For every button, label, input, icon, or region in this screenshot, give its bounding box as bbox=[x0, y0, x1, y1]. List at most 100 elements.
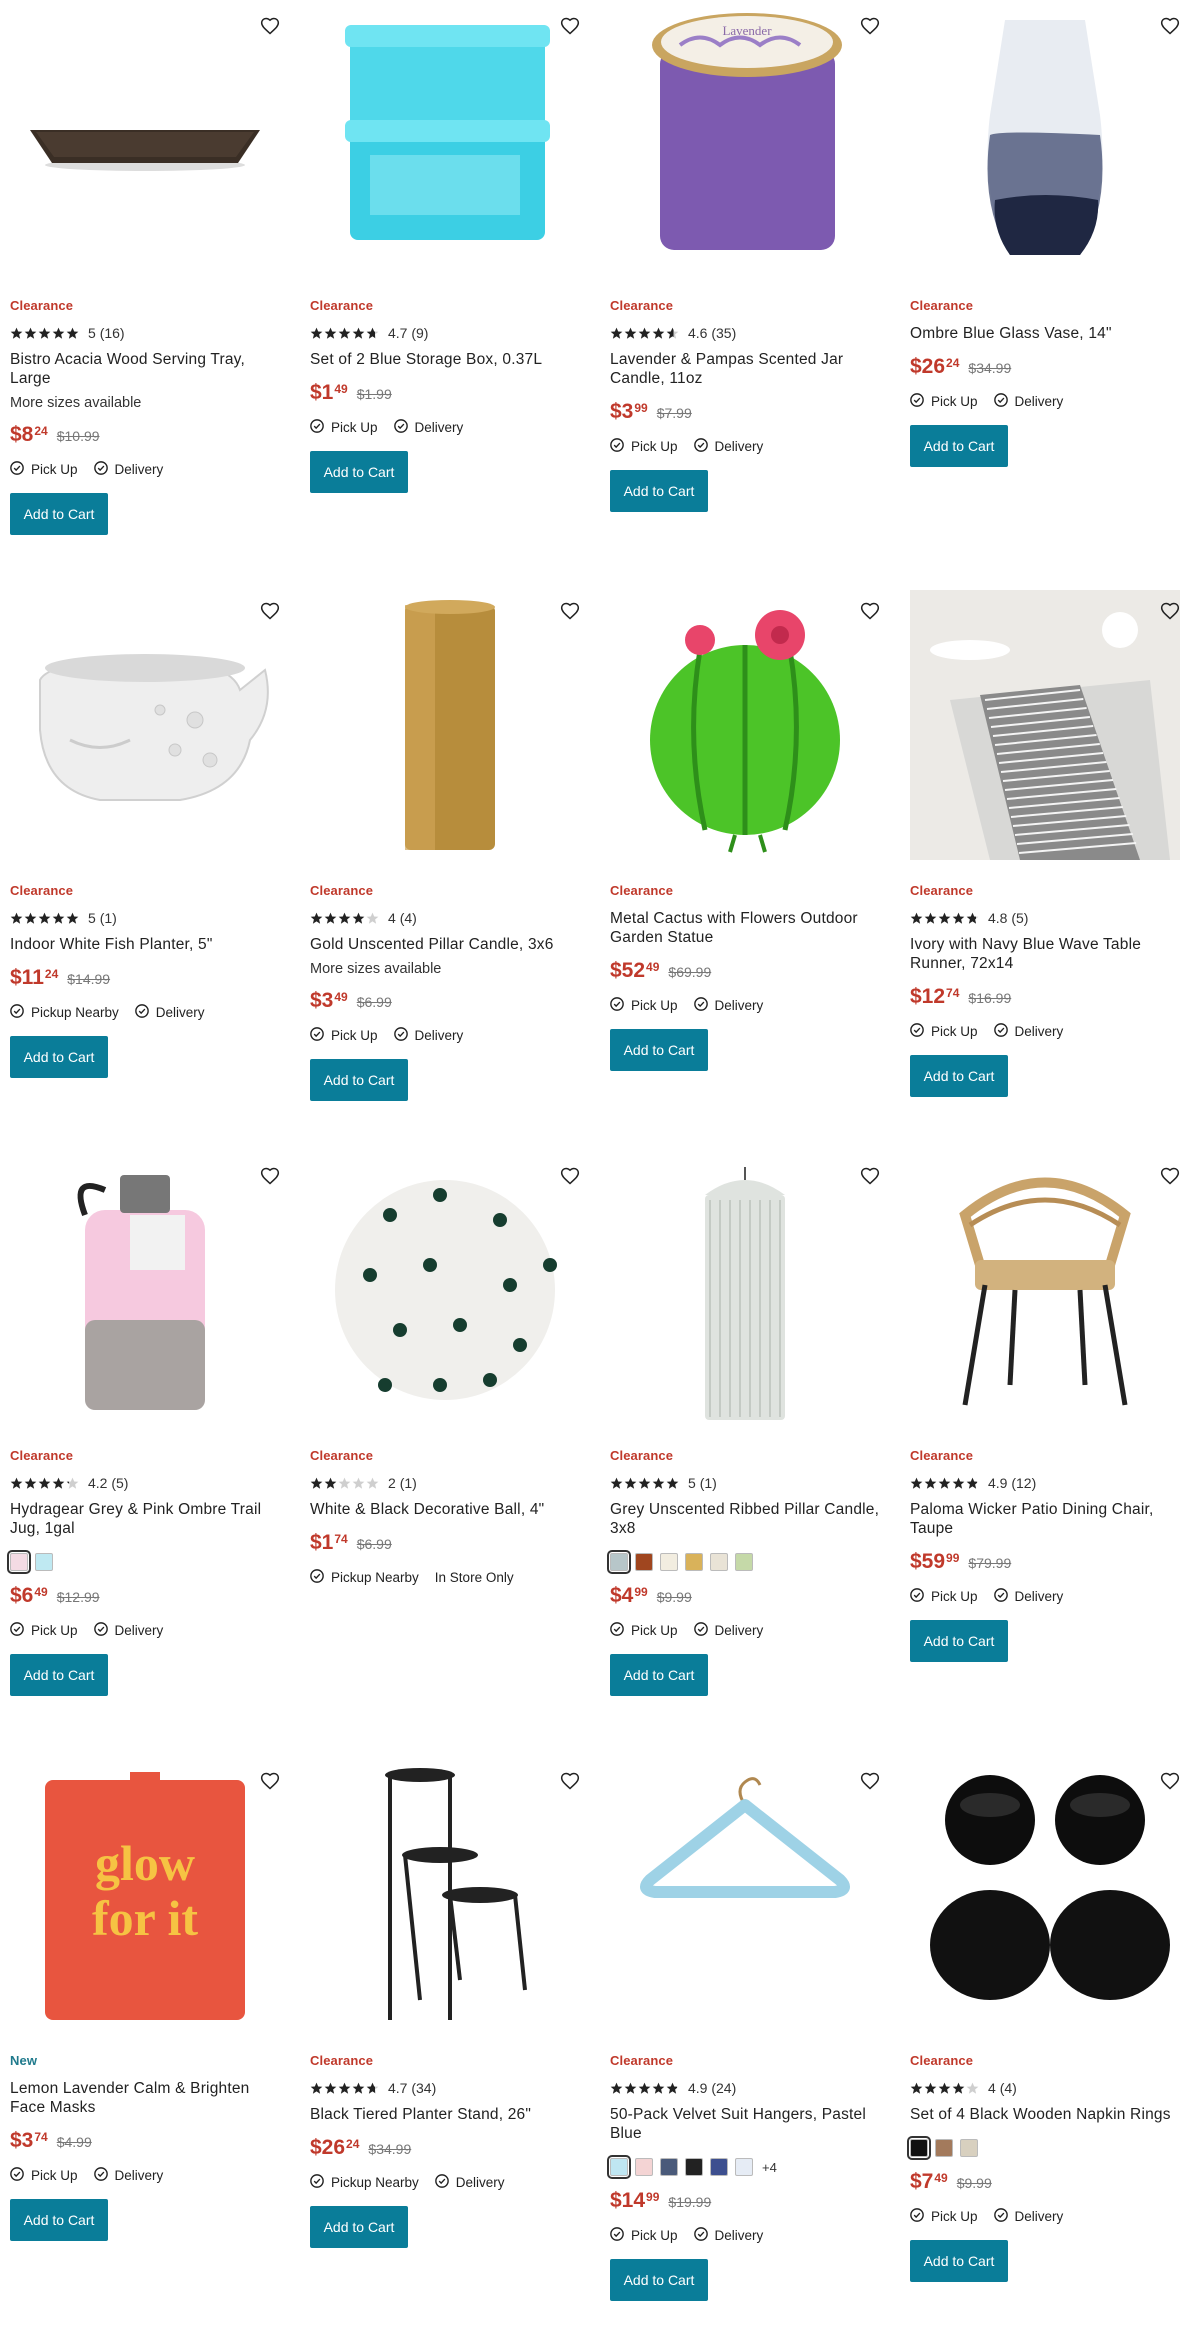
product-card[interactable]: Clearance Ombre Blue Glass Vase, 14" $26 24… bbox=[900, 0, 1190, 467]
add-to-cart-button[interactable]: Add to Cart bbox=[610, 1654, 708, 1696]
rating[interactable]: 5 (1) bbox=[610, 1474, 890, 1492]
add-to-cart-button[interactable]: Add to Cart bbox=[910, 1620, 1008, 1662]
favorite-heart-icon[interactable] bbox=[1160, 16, 1180, 36]
add-to-cart-button[interactable]: Add to Cart bbox=[910, 425, 1008, 467]
color-swatch[interactable] bbox=[607, 1550, 631, 1574]
product-image[interactable] bbox=[300, 0, 590, 280]
product-title[interactable]: Set of 4 Black Wooden Napkin Rings bbox=[910, 2105, 1190, 2124]
product-image[interactable]: Lavender bbox=[600, 0, 890, 280]
favorite-heart-icon[interactable] bbox=[1160, 1771, 1180, 1791]
product-card[interactable]: Clearance 4.7 (34) Black Tiered Planter St… bbox=[300, 1755, 590, 2248]
product-card[interactable]: Clearance 4.8 (5) Ivory with Navy Blue Wav… bbox=[900, 585, 1190, 1097]
product-card[interactable]: Clearance 4.9 (24) 50-Pack Velvet Suit Han… bbox=[600, 1755, 890, 2301]
product-image[interactable] bbox=[0, 1150, 290, 1430]
product-card[interactable]: glow for it New Lemon Lavender Calm & Brig… bbox=[0, 1755, 290, 2241]
product-image[interactable] bbox=[900, 585, 1190, 865]
product-title[interactable]: Lemon Lavender Calm & Brighten Face Mask… bbox=[10, 2079, 290, 2117]
product-title[interactable]: Paloma Wicker Patio Dining Chair, Taupe bbox=[910, 1500, 1190, 1538]
rating[interactable]: 4.2 (5) bbox=[10, 1474, 290, 1492]
product-image[interactable] bbox=[900, 1150, 1190, 1430]
color-swatch[interactable] bbox=[35, 1553, 53, 1571]
product-title[interactable]: Hydragear Grey & Pink Ombre Trail Jug, 1… bbox=[10, 1500, 290, 1538]
product-image[interactable] bbox=[300, 1755, 590, 2035]
product-title[interactable]: Ivory with Navy Blue Wave Table Runner, … bbox=[910, 935, 1190, 973]
favorite-heart-icon[interactable] bbox=[560, 601, 580, 621]
more-swatches-count[interactable]: +4 bbox=[762, 2160, 777, 2175]
product-title[interactable]: 50-Pack Velvet Suit Hangers, Pastel Blue bbox=[610, 2105, 890, 2143]
color-swatch[interactable] bbox=[710, 1553, 728, 1571]
color-swatch[interactable] bbox=[660, 2158, 678, 2176]
product-title[interactable]: Gold Unscented Pillar Candle, 3x6 bbox=[310, 935, 590, 954]
product-title[interactable]: Indoor White Fish Planter, 5" bbox=[10, 935, 290, 954]
rating[interactable]: 4.7 (34) bbox=[310, 2079, 590, 2097]
product-card[interactable]: Clearance 5 (1) Grey Unscented Ribbed Pill… bbox=[600, 1150, 890, 1696]
product-image[interactable] bbox=[300, 585, 590, 865]
add-to-cart-button[interactable]: Add to Cart bbox=[10, 2199, 108, 2241]
favorite-heart-icon[interactable] bbox=[1160, 1166, 1180, 1186]
favorite-heart-icon[interactable] bbox=[560, 16, 580, 36]
product-title[interactable]: White & Black Decorative Ball, 4" bbox=[310, 1500, 590, 1519]
rating[interactable]: 4.9 (24) bbox=[610, 2079, 890, 2097]
product-title[interactable]: Metal Cactus with Flowers Outdoor Garden… bbox=[610, 909, 890, 947]
rating[interactable]: 4.8 (5) bbox=[910, 909, 1190, 927]
product-image[interactable] bbox=[300, 1150, 590, 1430]
favorite-heart-icon[interactable] bbox=[860, 1771, 880, 1791]
color-swatch[interactable] bbox=[935, 2139, 953, 2157]
add-to-cart-button[interactable]: Add to Cart bbox=[10, 493, 108, 535]
product-card[interactable]: Clearance 4.2 (5) Hydragear Grey & Pink Om… bbox=[0, 1150, 290, 1696]
product-card[interactable]: Clearance 4.7 (9) Set of 2 Blue Storage Bo… bbox=[300, 0, 590, 493]
rating[interactable]: 4.6 (35) bbox=[610, 324, 890, 342]
product-card[interactable]: Clearance 5 (16) Bistro Acacia Wood Servin… bbox=[0, 0, 290, 535]
product-image[interactable] bbox=[600, 1755, 890, 2035]
product-title[interactable]: Black Tiered Planter Stand, 26" bbox=[310, 2105, 590, 2124]
favorite-heart-icon[interactable] bbox=[560, 1166, 580, 1186]
favorite-heart-icon[interactable] bbox=[860, 16, 880, 36]
favorite-heart-icon[interactable] bbox=[860, 1166, 880, 1186]
color-swatch[interactable] bbox=[685, 2158, 703, 2176]
product-title[interactable]: Ombre Blue Glass Vase, 14" bbox=[910, 324, 1190, 343]
add-to-cart-button[interactable]: Add to Cart bbox=[310, 1059, 408, 1101]
product-title[interactable]: Set of 2 Blue Storage Box, 0.37L bbox=[310, 350, 590, 369]
product-card[interactable]: Clearance 4 (4) Set of 4 Black Wooden Napk… bbox=[900, 1755, 1190, 2282]
color-swatch[interactable] bbox=[660, 1553, 678, 1571]
color-swatch[interactable] bbox=[607, 2155, 631, 2179]
add-to-cart-button[interactable]: Add to Cart bbox=[910, 2240, 1008, 2282]
favorite-heart-icon[interactable] bbox=[260, 1166, 280, 1186]
color-swatch[interactable] bbox=[735, 2158, 753, 2176]
rating[interactable]: 5 (16) bbox=[10, 324, 290, 342]
color-swatch[interactable] bbox=[7, 1550, 31, 1574]
add-to-cart-button[interactable]: Add to Cart bbox=[610, 2259, 708, 2301]
product-image[interactable] bbox=[0, 0, 290, 280]
product-image[interactable] bbox=[0, 585, 290, 865]
product-image[interactable] bbox=[600, 1150, 890, 1430]
color-swatch[interactable] bbox=[960, 2139, 978, 2157]
product-card[interactable]: Clearance Metal Cactus with Flowers Outdo… bbox=[600, 585, 890, 1071]
product-card[interactable]: Clearance 4 (4) Gold Unscented Pillar Cand… bbox=[300, 585, 590, 1101]
favorite-heart-icon[interactable] bbox=[560, 1771, 580, 1791]
rating[interactable]: 4.9 (12) bbox=[910, 1474, 1190, 1492]
add-to-cart-button[interactable]: Add to Cart bbox=[610, 1029, 708, 1071]
add-to-cart-button[interactable]: Add to Cart bbox=[910, 1055, 1008, 1097]
product-card[interactable]: Clearance 2 (1) White & Black Decorative B… bbox=[300, 1150, 590, 1586]
favorite-heart-icon[interactable] bbox=[860, 601, 880, 621]
add-to-cart-button[interactable]: Add to Cart bbox=[10, 1654, 108, 1696]
rating[interactable]: 4.7 (9) bbox=[310, 324, 590, 342]
product-image[interactable] bbox=[600, 585, 890, 865]
add-to-cart-button[interactable]: Add to Cart bbox=[310, 451, 408, 493]
add-to-cart-button[interactable]: Add to Cart bbox=[610, 470, 708, 512]
add-to-cart-button[interactable]: Add to Cart bbox=[10, 1036, 108, 1078]
rating[interactable]: 2 (1) bbox=[310, 1474, 590, 1492]
product-image[interactable] bbox=[900, 0, 1190, 280]
add-to-cart-button[interactable]: Add to Cart bbox=[310, 2206, 408, 2248]
rating[interactable]: 5 (1) bbox=[10, 909, 290, 927]
color-swatch[interactable] bbox=[710, 2158, 728, 2176]
product-card[interactable]: Clearance 5 (1) Indoor White Fish Planter,… bbox=[0, 585, 290, 1078]
product-title[interactable]: Grey Unscented Ribbed Pillar Candle, 3x8 bbox=[610, 1500, 890, 1538]
rating[interactable]: 4 (4) bbox=[910, 2079, 1190, 2097]
favorite-heart-icon[interactable] bbox=[1160, 601, 1180, 621]
product-title[interactable]: Lavender & Pampas Scented Jar Candle, 11… bbox=[610, 350, 890, 388]
color-swatch[interactable] bbox=[635, 2158, 653, 2176]
product-image[interactable]: glow for it bbox=[0, 1755, 290, 2035]
favorite-heart-icon[interactable] bbox=[260, 16, 280, 36]
rating[interactable]: 4 (4) bbox=[310, 909, 590, 927]
